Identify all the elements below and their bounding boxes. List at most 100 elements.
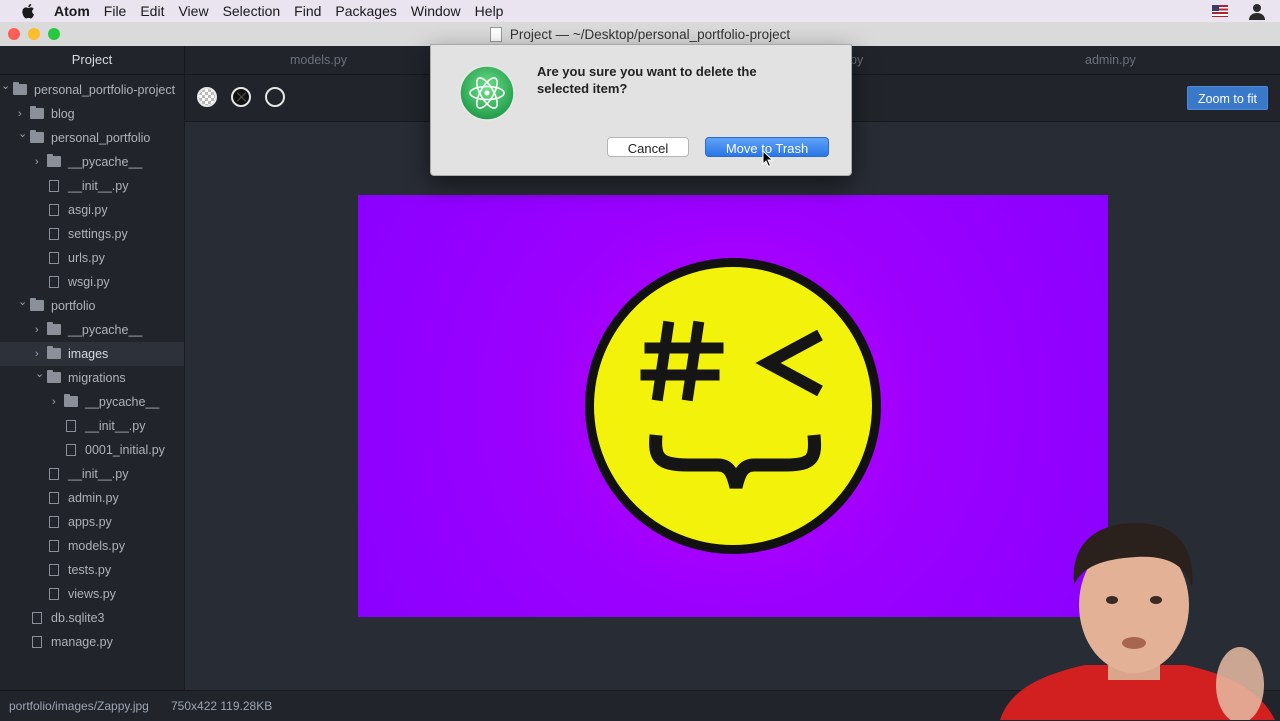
tree-folder-row[interactable]: ⌄ portfolio [0,294,184,318]
status-file-path[interactable]: portfolio/images/Zappy.jpg [9,691,149,721]
tree-item-label: migrations [68,371,126,385]
tree-item-label: __pycache__ [68,155,143,169]
tree-file-row[interactable]: manage.py [0,630,184,654]
tree-folder-row[interactable]: › __pycache__ [0,150,184,174]
tree-file-row[interactable]: settings.py [0,222,184,246]
menu-find[interactable]: Find [294,0,333,22]
file-icon [49,204,59,216]
tree-item-label: __pycache__ [85,395,160,409]
tree-item-label: apps.py [68,515,112,529]
black-background-toggle[interactable] [231,87,251,107]
folder-icon [64,394,78,407]
tree-file-row[interactable]: asgi.py [0,198,184,222]
tree-item-label: __pycache__ [68,323,143,337]
tree-item-label: __init__.py [68,179,129,193]
chevron-down-icon[interactable]: ⌄ [18,122,28,146]
transparent-background-toggle[interactable] [197,87,217,107]
file-icon [49,516,59,528]
tree-file-row[interactable]: 0001_initial.py [0,438,184,462]
tree-file-row[interactable]: tests.py [0,558,184,582]
tree-file-row[interactable]: models.py [0,534,184,558]
tree-item-label: images [68,347,109,361]
delete-confirmation-dialog: Are you sure you want to delete the sele… [430,44,852,176]
tree-file-row[interactable]: apps.py [0,510,184,534]
menu-edit[interactable]: Edit [140,0,176,22]
folder-icon [30,130,44,143]
tree-file-row[interactable]: __init__.py [0,414,184,438]
tree-file-row[interactable]: urls.py [0,246,184,270]
tree-file-row[interactable]: __init__.py [0,174,184,198]
tree-folder-row[interactable]: ⌄ personal_portfolio [0,126,184,150]
tree-file-row[interactable]: admin.py [0,486,184,510]
tree-folder-row[interactable]: ⌄ migrations [0,366,184,390]
tree-folder-row[interactable]: › __pycache__ [0,318,184,342]
tab-admin-py[interactable]: admin.py [1085,46,1136,74]
tree-item-label: db.sqlite3 [51,611,105,625]
file-tree: ⌄ personal_portfolio-project › blog ⌄ persona… [0,78,184,654]
chevron-right-icon[interactable]: › [35,150,45,174]
chevron-right-icon[interactable]: › [35,318,45,342]
file-icon [49,276,59,288]
menu-packages[interactable]: Packages [335,0,408,22]
cancel-button[interactable]: Cancel [607,137,689,157]
folder-icon [47,154,61,167]
menu-file[interactable]: File [104,0,139,22]
chevron-right-icon[interactable]: › [52,390,62,414]
input-source-flag-icon[interactable] [1212,5,1228,17]
tree-item-label: personal_portfolio-project [34,83,176,97]
dialog-message: Are you sure you want to delete the sele… [537,64,757,96]
tree-item-label: asgi.py [68,203,108,217]
tree-item-label: urls.py [68,251,105,265]
tree-file-row[interactable]: db.sqlite3 [0,606,184,630]
file-icon [32,636,42,648]
close-window-button[interactable] [8,28,20,40]
menu-bar: Atom File Edit View Selection Find Packa… [0,0,1280,22]
file-icon [66,420,76,432]
menu-selection[interactable]: Selection [223,0,293,22]
file-icon [49,540,59,552]
tree-item-label: settings.py [68,227,128,241]
folder-icon [30,298,44,311]
folder-icon [47,346,61,359]
window-controls [8,28,60,40]
project-panel-header[interactable]: Project [0,46,184,75]
folder-icon [47,322,61,335]
tree-item-label: 0001_initial.py [85,443,165,457]
chevron-down-icon[interactable]: ⌄ [35,362,45,386]
menu-window[interactable]: Window [411,0,473,22]
atom-app-icon [459,65,515,121]
tree-item-label: portfolio [51,299,96,313]
mouse-pointer-icon [762,150,774,168]
tree-item-label: tests.py [68,563,112,577]
window-title: Project — ~/Desktop/personal_portfolio-p… [509,26,791,42]
folder-icon [13,82,27,95]
file-icon [32,612,42,624]
maximize-window-button[interactable] [48,28,60,40]
chevron-down-icon[interactable]: ⌄ [1,74,11,98]
tree-folder-row[interactable]: › __pycache__ [0,390,184,414]
file-icon [49,588,59,600]
chevron-down-icon[interactable]: ⌄ [18,290,28,314]
file-icon [49,228,59,240]
tree-item-label: personal_portfolio [51,131,151,145]
menu-app-atom[interactable]: Atom [54,0,102,22]
menu-help[interactable]: Help [475,0,516,22]
tree-file-row[interactable]: views.py [0,582,184,606]
white-background-toggle[interactable] [265,87,285,107]
tree-folder-row[interactable]: › images [0,342,184,366]
menu-view[interactable]: View [178,0,220,22]
apple-icon[interactable] [20,2,38,20]
tree-item-label: admin.py [68,491,119,505]
user-account-icon[interactable] [1248,2,1266,20]
tree-item-label: __init__.py [68,467,129,481]
file-icon [66,444,76,456]
tree-folder-row[interactable]: ⌄ personal_portfolio-project [0,78,184,102]
tree-item-label: wsgi.py [68,275,110,289]
zoom-to-fit-button[interactable]: Zoom to fit [1186,86,1268,110]
project-tree-panel: Project ⌄ personal_portfolio-project › blog… [0,46,185,690]
tree-item-label: manage.py [51,635,113,649]
minimize-window-button[interactable] [28,28,40,40]
tree-file-row[interactable]: __init__.py [0,462,184,486]
tab-models-py[interactable]: models.py [290,46,347,74]
status-image-info: 750x422 119.28KB [171,699,273,713]
